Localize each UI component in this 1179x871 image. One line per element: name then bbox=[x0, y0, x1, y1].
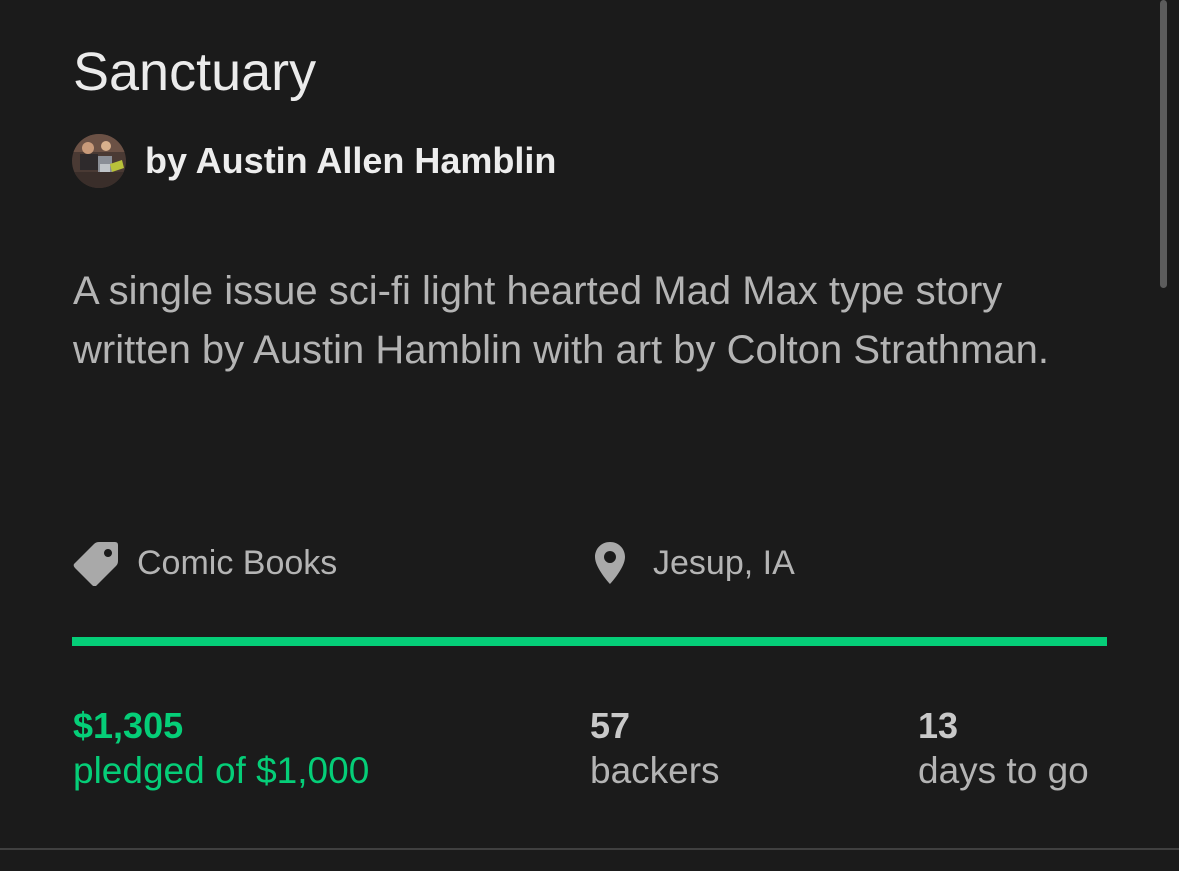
backers-count: 57 bbox=[590, 705, 631, 746]
backers-stat: 57 backers bbox=[590, 705, 720, 795]
backers-label: backers bbox=[590, 750, 720, 791]
days-stat: 13 days to go bbox=[918, 705, 1089, 795]
avatar-photo bbox=[72, 134, 126, 188]
pledged-amount: $1,305 bbox=[73, 705, 184, 746]
days-label: days to go bbox=[918, 750, 1089, 791]
pledged-stat: $1,305 pledged of $1,000 bbox=[73, 705, 369, 795]
creator-avatar[interactable] bbox=[72, 134, 126, 188]
tag-icon bbox=[73, 542, 118, 586]
location-pin-icon bbox=[595, 542, 625, 584]
pledged-label: pledged of $1,000 bbox=[73, 750, 370, 791]
funding-progress-fill bbox=[72, 637, 1107, 646]
creator-name[interactable]: by Austin Allen Hamblin bbox=[145, 140, 556, 182]
project-title: Sanctuary bbox=[73, 42, 317, 102]
project-blurb: A single issue sci-fi light hearted Mad … bbox=[73, 269, 1049, 372]
creator-row[interactable]: by Austin Allen Hamblin bbox=[72, 133, 556, 189]
project-page: Sanctuary by Austin Allen Hamblin A sing… bbox=[0, 0, 1179, 871]
location-link[interactable]: Jesup, IA bbox=[594, 538, 795, 588]
days-count: 13 bbox=[918, 705, 959, 746]
section-divider bbox=[0, 848, 1179, 850]
scrollbar[interactable] bbox=[1160, 0, 1167, 288]
funding-progress-bar bbox=[72, 637, 1107, 646]
location-label: Jesup, IA bbox=[653, 543, 795, 582]
category-label: Comic Books bbox=[137, 543, 338, 582]
category-link[interactable]: Comic Books bbox=[72, 538, 337, 588]
